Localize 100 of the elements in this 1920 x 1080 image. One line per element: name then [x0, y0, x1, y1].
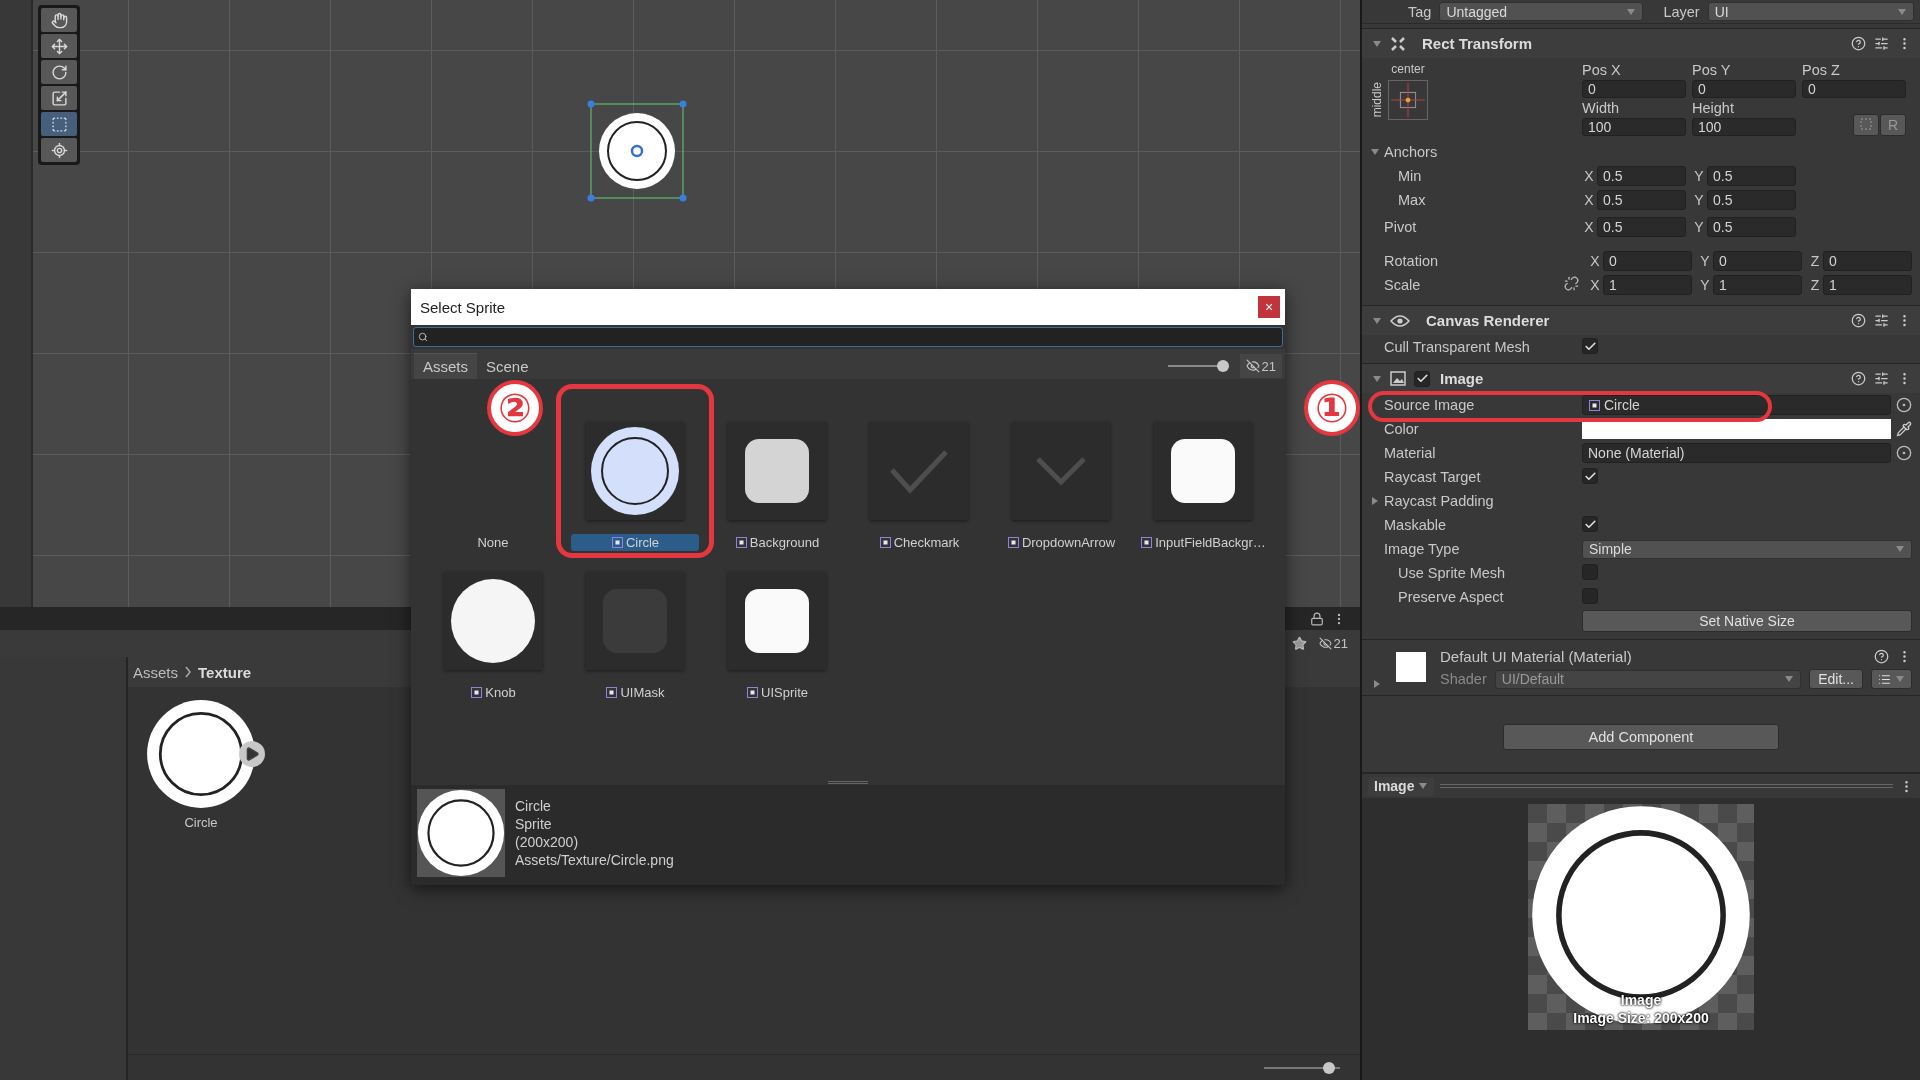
close-button[interactable]: ×	[1258, 296, 1280, 318]
slider-thumb[interactable]	[1322, 1061, 1335, 1074]
hidden-count-button[interactable]: 21	[1316, 636, 1350, 651]
help-icon[interactable]	[1851, 36, 1866, 51]
help-icon[interactable]	[1874, 649, 1889, 664]
number-field[interactable]: 0.5	[1597, 166, 1686, 186]
axis-label: Z	[1809, 277, 1821, 293]
object-picker-icon[interactable]	[1896, 397, 1912, 413]
help-icon[interactable]	[1851, 371, 1866, 386]
unlink-icon[interactable]	[1564, 276, 1579, 291]
dropdown[interactable]: Simple	[1582, 539, 1912, 559]
field-label: Min	[1397, 168, 1423, 184]
rect-transform-icon	[1390, 35, 1406, 52]
tool-button[interactable]	[41, 86, 77, 110]
scale-icon	[50, 89, 68, 107]
anchor-preset-label: middle	[1370, 82, 1384, 118]
sprite-tile[interactable]: None	[469, 534, 517, 551]
checkbox[interactable]	[1582, 587, 1598, 604]
object-field[interactable]: Circle	[1582, 395, 1891, 415]
checkbox[interactable]	[1582, 338, 1598, 355]
number-field[interactable]: 0.5	[1707, 166, 1796, 186]
tag-dropdown[interactable]: Untagged	[1439, 2, 1644, 21]
material-title: Default UI Material (Material)	[1440, 648, 1633, 665]
breadcrumb-link[interactable]: Assets	[133, 663, 178, 681]
breadcrumb-link[interactable]: Texture	[198, 663, 252, 681]
number-field[interactable]: 0	[1823, 251, 1912, 271]
axis-label: X	[1589, 253, 1601, 269]
field-label: Use Sprite Mesh	[1397, 565, 1507, 581]
foldout-row[interactable]: Anchors	[1362, 140, 1582, 164]
sprite-name: DropdownArrow	[998, 534, 1124, 551]
number-field[interactable]: 0	[1582, 80, 1686, 98]
number-field[interactable]: 0	[1713, 251, 1802, 271]
number-field[interactable]: 0.5	[1707, 190, 1796, 210]
checkbox[interactable]	[1414, 370, 1430, 387]
foldout-row[interactable]: Raycast Padding	[1362, 489, 1582, 513]
number-field[interactable]: 0	[1802, 80, 1906, 98]
caret-icon	[1895, 674, 1905, 684]
component-title: Canvas Renderer	[1426, 312, 1551, 329]
number-field[interactable]: 1	[1603, 275, 1692, 295]
tool-button[interactable]	[41, 60, 77, 84]
preview-info-text: Sprite	[515, 815, 553, 833]
caret-icon	[1626, 6, 1637, 17]
asset-label[interactable]: Circle	[184, 815, 218, 830]
hidden-count-button[interactable]: 21	[1239, 354, 1282, 378]
sprite-name: Knob	[462, 684, 524, 701]
caret-icon	[1895, 544, 1905, 554]
foldout-arrow-icon[interactable]	[1372, 38, 1382, 49]
sprite-icon	[1588, 398, 1601, 412]
number-field[interactable]: 100	[1582, 118, 1686, 136]
anchor-preset-button[interactable]	[1388, 80, 1428, 120]
foldout-arrow-icon[interactable]	[1372, 679, 1382, 689]
tool-button[interactable]	[41, 34, 77, 58]
add-component-button[interactable]: Add Component	[1503, 724, 1779, 750]
field-label: Raycast Target	[1383, 469, 1482, 485]
object-picker-icon[interactable]	[1896, 445, 1912, 461]
dashed-square-icon	[1860, 118, 1872, 130]
number-field[interactable]: 0	[1603, 251, 1692, 271]
foldout-arrow-icon[interactable]	[1372, 315, 1382, 326]
tool-button[interactable]	[41, 8, 77, 32]
field-label: Tag	[1408, 3, 1432, 20]
field-label: Pos X	[1582, 62, 1622, 78]
checkbox[interactable]	[1582, 516, 1598, 533]
presets-icon[interactable]	[1874, 371, 1889, 386]
number-field[interactable]: 100	[1692, 118, 1796, 136]
list-menu-button[interactable]	[1871, 669, 1912, 689]
checkbox[interactable]	[1582, 468, 1598, 485]
tool-button[interactable]	[41, 112, 77, 136]
number-field[interactable]: 0.5	[1707, 217, 1796, 237]
sprite-name: Checkmark	[870, 534, 968, 551]
number-field[interactable]: 1	[1713, 275, 1802, 295]
number-field[interactable]: 1	[1823, 275, 1912, 295]
presets-icon[interactable]	[1874, 36, 1889, 51]
tool-button[interactable]	[41, 138, 77, 162]
eyedropper-icon[interactable]	[1896, 421, 1912, 437]
anchor-preset-label: center	[1391, 62, 1425, 76]
lock-icon[interactable]	[1310, 611, 1324, 626]
foldout-arrow-icon[interactable]	[1372, 373, 1382, 384]
number-field[interactable]: 0	[1692, 80, 1796, 98]
eye-off-icon	[1245, 359, 1260, 373]
preview-dropdown[interactable]: Image	[1368, 776, 1435, 796]
field-label: Scale	[1383, 277, 1422, 293]
help-icon[interactable]	[1851, 313, 1866, 328]
axis-label: Y	[1693, 219, 1705, 235]
slider-thumb[interactable]	[1216, 360, 1229, 372]
layer-dropdown[interactable]: UI	[1707, 2, 1914, 21]
edit-button[interactable]: Edit...	[1809, 669, 1863, 689]
presets-icon[interactable]	[1874, 313, 1889, 328]
number-field[interactable]: 0.5	[1597, 217, 1686, 237]
search-field[interactable]	[413, 327, 1283, 347]
number-field[interactable]: 0.5	[1597, 190, 1686, 210]
checkbox[interactable]	[1582, 563, 1598, 580]
favorite-icon[interactable]	[1291, 636, 1307, 651]
set-native-size-button[interactable]: Set Native Size	[1582, 610, 1912, 632]
tab[interactable]: Assets	[414, 353, 477, 379]
caret-icon	[1370, 147, 1380, 157]
field-label: Cull Transparent Mesh	[1383, 339, 1531, 355]
expand-play-icon[interactable]	[239, 741, 265, 767]
blueprint-mode-button[interactable]	[1853, 114, 1879, 136]
object-field[interactable]: None (Material)	[1582, 443, 1891, 463]
sprite-icon	[1006, 536, 1020, 549]
